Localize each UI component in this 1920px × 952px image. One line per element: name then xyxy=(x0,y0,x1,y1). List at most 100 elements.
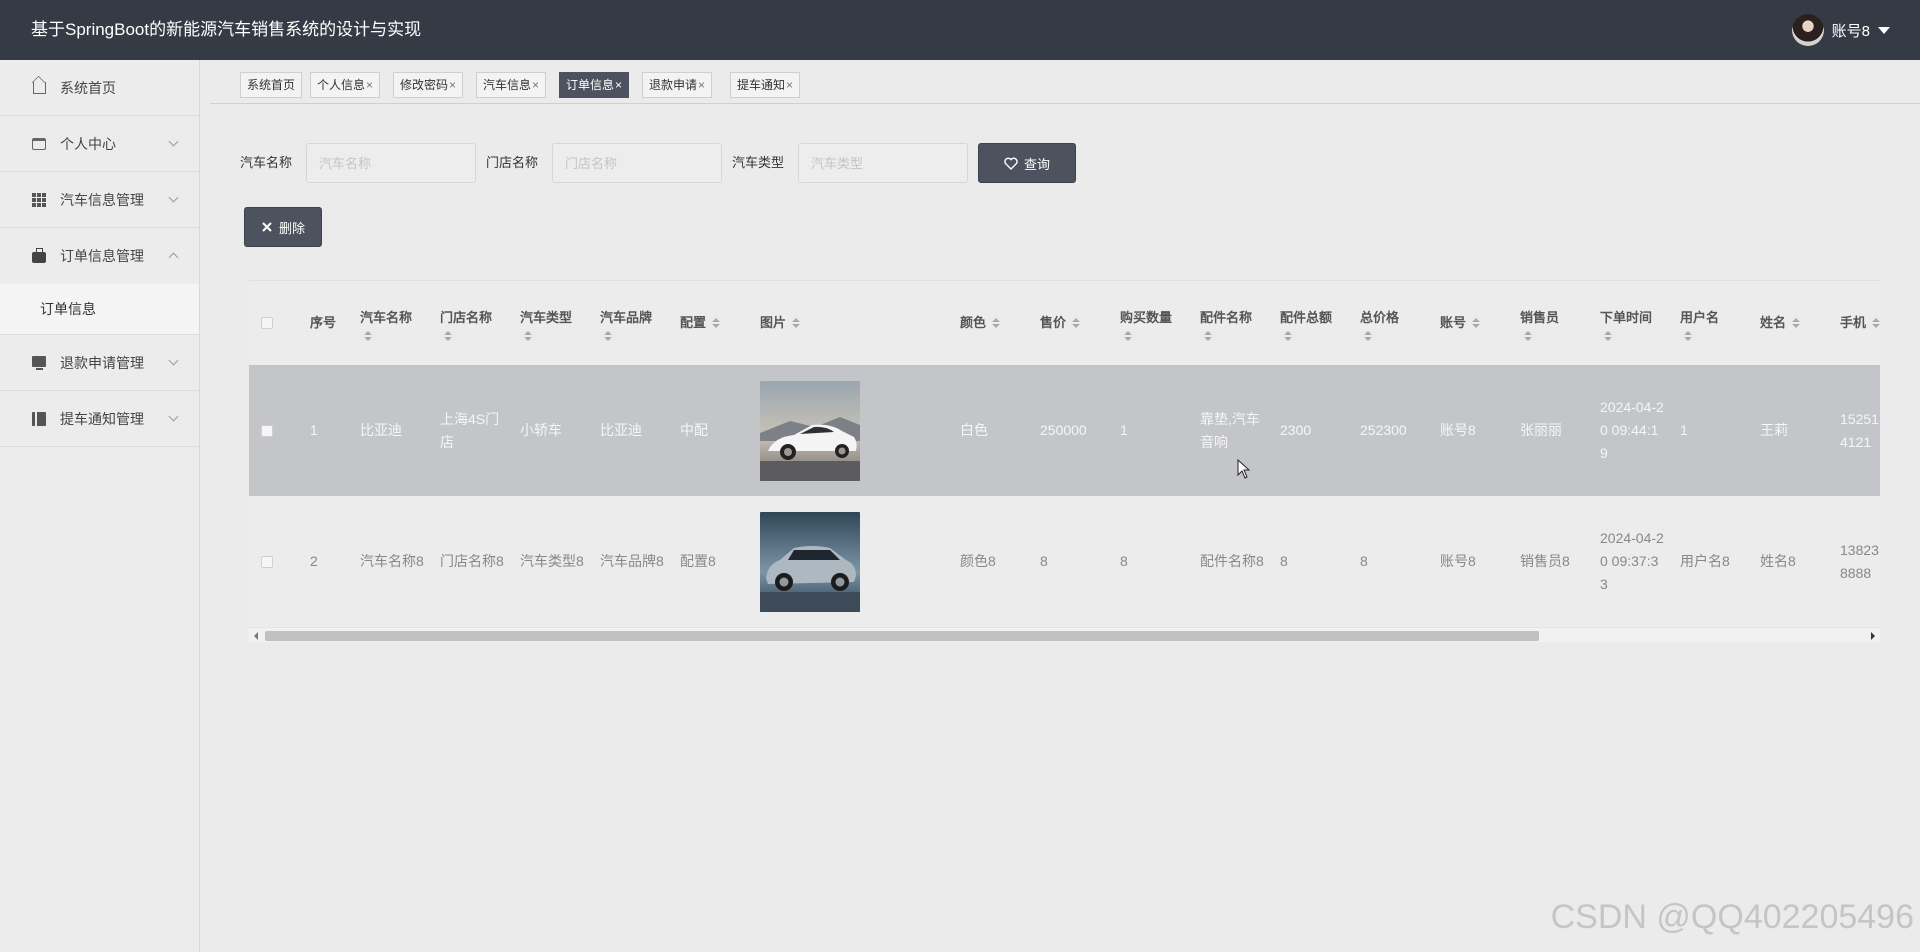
sort-icon[interactable] xyxy=(1604,330,1612,342)
col-header-car-name[interactable]: 汽车名称 xyxy=(360,281,435,365)
sort-icon[interactable] xyxy=(1472,317,1481,329)
sort-icon[interactable] xyxy=(364,330,372,342)
col-header-name[interactable]: 姓名 xyxy=(1760,281,1801,365)
select-all-checkbox[interactable] xyxy=(261,281,273,365)
horizontal-scrollbar[interactable] xyxy=(249,627,1880,642)
tab-refund-request[interactable]: 退款申请× xyxy=(642,72,713,98)
table-row[interactable]: 1 比亚迪 上海4S门店 小轿车 比亚迪 中配 白色 250000 1 靠垫,汽… xyxy=(249,365,1880,496)
cell-total-price: 252300 xyxy=(1360,422,1407,438)
sort-icon[interactable] xyxy=(712,317,721,329)
row-checkbox[interactable] xyxy=(261,496,273,627)
close-icon[interactable]: × xyxy=(786,78,793,92)
sidebar-item-car-info[interactable]: 汽车信息管理 xyxy=(0,172,199,228)
caret-down-icon[interactable] xyxy=(1878,26,1890,34)
car-name-input[interactable] xyxy=(306,143,476,183)
cell-price: 8 xyxy=(1040,553,1048,569)
col-header-phone[interactable]: 手机 xyxy=(1840,281,1880,365)
close-icon[interactable]: × xyxy=(366,78,373,92)
col-header-store-name[interactable]: 门店名称 xyxy=(440,281,515,365)
tab-pickup-notice[interactable]: 提车通知× xyxy=(730,72,801,98)
scroll-left-arrow-icon[interactable] xyxy=(254,632,258,640)
sort-icon[interactable] xyxy=(524,330,532,342)
col-header-parts-name[interactable]: 配件名称 xyxy=(1200,281,1275,365)
close-icon[interactable]: × xyxy=(615,78,622,92)
col-header-price[interactable]: 售价 xyxy=(1040,281,1081,365)
scroll-right-arrow-icon[interactable] xyxy=(1871,632,1875,640)
briefcase-icon xyxy=(32,248,46,263)
col-header-salesperson[interactable]: 销售员 xyxy=(1520,281,1595,365)
scroll-thumb[interactable] xyxy=(265,631,1539,641)
watermark: CSDN @QQ402205496 xyxy=(1550,898,1914,936)
car-photo-white-sports-car[interactable] xyxy=(760,380,860,481)
cell-index: 2 xyxy=(310,553,318,569)
sort-icon[interactable] xyxy=(1792,317,1801,329)
cell-color: 颜色8 xyxy=(960,553,996,569)
sidebar-item-order-info[interactable]: 订单信息管理 xyxy=(0,228,199,284)
delete-button[interactable]: 删除 xyxy=(244,207,322,247)
close-icon[interactable]: × xyxy=(698,78,705,92)
cell-image xyxy=(760,496,860,627)
sidebar-item-refund[interactable]: 退款申请管理 xyxy=(0,335,199,391)
sort-icon[interactable] xyxy=(1872,317,1880,329)
user-menu[interactable]: 账号8 xyxy=(1791,13,1890,47)
col-header-car-type[interactable]: 汽车类型 xyxy=(520,281,595,365)
car-type-label: 汽车类型 xyxy=(732,155,785,170)
col-header-config[interactable]: 配置 xyxy=(680,281,721,365)
col-header-account[interactable]: 账号 xyxy=(1440,281,1481,365)
car-photo-silver-suv[interactable] xyxy=(760,511,860,612)
sort-icon[interactable] xyxy=(444,330,452,342)
col-header-image[interactable]: 图片 xyxy=(760,281,801,365)
store-name-input[interactable] xyxy=(552,143,722,183)
sort-icon[interactable] xyxy=(1524,330,1532,342)
col-header-total-price[interactable]: 总价格 xyxy=(1360,281,1435,365)
store-name-label: 门店名称 xyxy=(486,155,539,170)
col-header-username[interactable]: 用户名 xyxy=(1680,281,1755,365)
tab-home[interactable]: 系统首页 xyxy=(240,72,303,98)
sidebar-item-label: 系统首页 xyxy=(60,79,116,96)
sidebar-item-home[interactable]: 系统首页 xyxy=(0,60,199,116)
col-header-parts-total[interactable]: 配件总额 xyxy=(1280,281,1355,365)
sidebar-subitem-order-info[interactable]: 订单信息 xyxy=(0,284,199,335)
col-header-order-time[interactable]: 下单时间 xyxy=(1600,281,1675,365)
col-header-brand[interactable]: 汽车品牌 xyxy=(600,281,675,365)
sort-icon[interactable] xyxy=(1072,317,1081,329)
username-label[interactable]: 账号8 xyxy=(1832,20,1870,41)
tab-change-password[interactable]: 修改密码× xyxy=(393,72,464,98)
mouse-cursor-icon xyxy=(1237,459,1251,479)
query-button[interactable]: 查询 xyxy=(978,143,1076,183)
cell-name: 姓名8 xyxy=(1760,553,1796,569)
cell-account: 账号8 xyxy=(1440,422,1476,438)
col-header-quantity[interactable]: 购买数量 xyxy=(1120,281,1195,365)
cell-phone: 138238888 xyxy=(1840,541,1879,581)
query-button-label: 查询 xyxy=(1023,156,1050,172)
app-title: 基于SpringBoot的新能源汽车销售系统的设计与实现 xyxy=(31,20,422,39)
cell-config: 中配 xyxy=(680,422,708,438)
avatar[interactable] xyxy=(1791,14,1824,46)
chevron-up-icon xyxy=(168,252,179,263)
sort-icon[interactable] xyxy=(1124,330,1132,342)
cell-parts-total: 8 xyxy=(1280,553,1288,569)
close-icon[interactable]: × xyxy=(449,78,456,92)
sidebar-item-personal-center[interactable]: 个人中心 xyxy=(0,116,199,172)
row-checkbox[interactable] xyxy=(261,365,273,496)
sidebar-item-label: 订单信息管理 xyxy=(60,248,144,264)
tab-personal-info[interactable]: 个人信息× xyxy=(310,72,381,98)
col-header-color[interactable]: 颜色 xyxy=(960,281,1001,365)
tab-label: 提车通知 xyxy=(737,78,786,92)
chevron-down-icon xyxy=(168,355,179,366)
sort-icon[interactable] xyxy=(1204,330,1212,342)
sort-icon[interactable] xyxy=(1284,330,1292,342)
sidebar-item-pickup-notice[interactable]: 提车通知管理 xyxy=(0,391,199,447)
tab-car-info[interactable]: 汽车信息× xyxy=(476,72,547,98)
sort-icon[interactable] xyxy=(1684,330,1692,342)
sort-icon[interactable] xyxy=(604,330,612,342)
sort-icon[interactable] xyxy=(992,317,1001,329)
close-icon[interactable]: × xyxy=(532,78,539,92)
tab-order-info[interactable]: 订单信息× xyxy=(559,72,630,98)
sort-icon[interactable] xyxy=(1364,330,1372,342)
cell-total-price: 8 xyxy=(1360,553,1368,569)
car-type-input[interactable] xyxy=(798,143,968,183)
sort-icon[interactable] xyxy=(792,317,801,329)
cell-username: 用户名8 xyxy=(1680,553,1730,569)
table-row[interactable]: 2 汽车名称8 门店名称8 汽车类型8 汽车品牌8 配置8 颜色8 8 8 配件… xyxy=(249,496,1880,627)
